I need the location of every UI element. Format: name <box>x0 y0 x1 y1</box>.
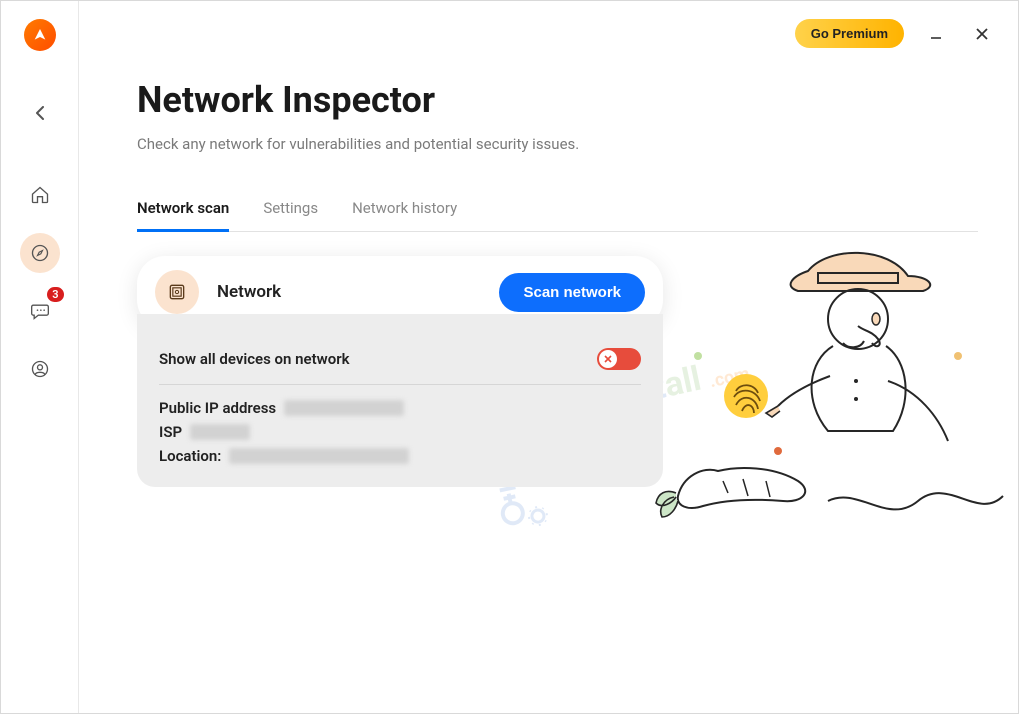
app-window: 3 Go Premium Network Inspector Check any… <box>0 0 1019 714</box>
tabs: Network scan Settings Network history <box>137 199 978 232</box>
detective-illustration <box>628 241 1018 571</box>
row-public-ip: Public IP address <box>159 399 641 417</box>
location-value-redacted <box>229 448 409 464</box>
main-content: Go Premium Network Inspector Check any n… <box>79 1 1018 713</box>
app-logo-icon[interactable] <box>24 19 56 51</box>
go-premium-button[interactable]: Go Premium <box>795 19 904 48</box>
page-title: Network Inspector <box>137 79 978 121</box>
scan-panels: Network Scan network Show all devices on… <box>137 256 663 487</box>
nav-messages-icon[interactable]: 3 <box>20 291 60 331</box>
network-icon <box>155 270 199 314</box>
toggle-row: Show all devices on network <box>159 348 641 385</box>
location-key: Location: <box>159 447 221 465</box>
close-button[interactable] <box>968 20 996 48</box>
details-card: Show all devices on network Public IP ad… <box>137 314 663 487</box>
ip-key: Public IP address <box>159 399 276 417</box>
nav-icons: 3 <box>20 175 60 389</box>
isp-value-redacted <box>190 424 250 440</box>
row-location: Location: <box>159 447 641 465</box>
nav-explore-icon[interactable] <box>20 233 60 273</box>
tab-network-history[interactable]: Network history <box>352 199 457 231</box>
tab-settings[interactable]: Settings <box>263 199 318 231</box>
ip-value-redacted <box>284 400 404 416</box>
nav-account-icon[interactable] <box>20 349 60 389</box>
info-rows: Public IP address ISP Location: <box>159 399 641 465</box>
network-label: Network <box>217 282 481 302</box>
scan-network-button[interactable]: Scan network <box>499 273 645 312</box>
tab-network-scan[interactable]: Network scan <box>137 199 229 232</box>
back-button[interactable] <box>26 99 54 127</box>
minimize-button[interactable] <box>922 20 950 48</box>
window-controls: Go Premium <box>795 19 996 48</box>
page-subtitle: Check any network for vulnerabilities an… <box>137 135 978 153</box>
notification-badge: 3 <box>47 287 63 302</box>
sidebar: 3 <box>1 1 79 713</box>
toggle-label: Show all devices on network <box>159 350 350 368</box>
toggle-knob-off-icon <box>599 350 617 368</box>
show-devices-toggle[interactable] <box>597 348 641 370</box>
isp-key: ISP <box>159 423 182 441</box>
nav-home-icon[interactable] <box>20 175 60 215</box>
row-isp: ISP <box>159 423 641 441</box>
